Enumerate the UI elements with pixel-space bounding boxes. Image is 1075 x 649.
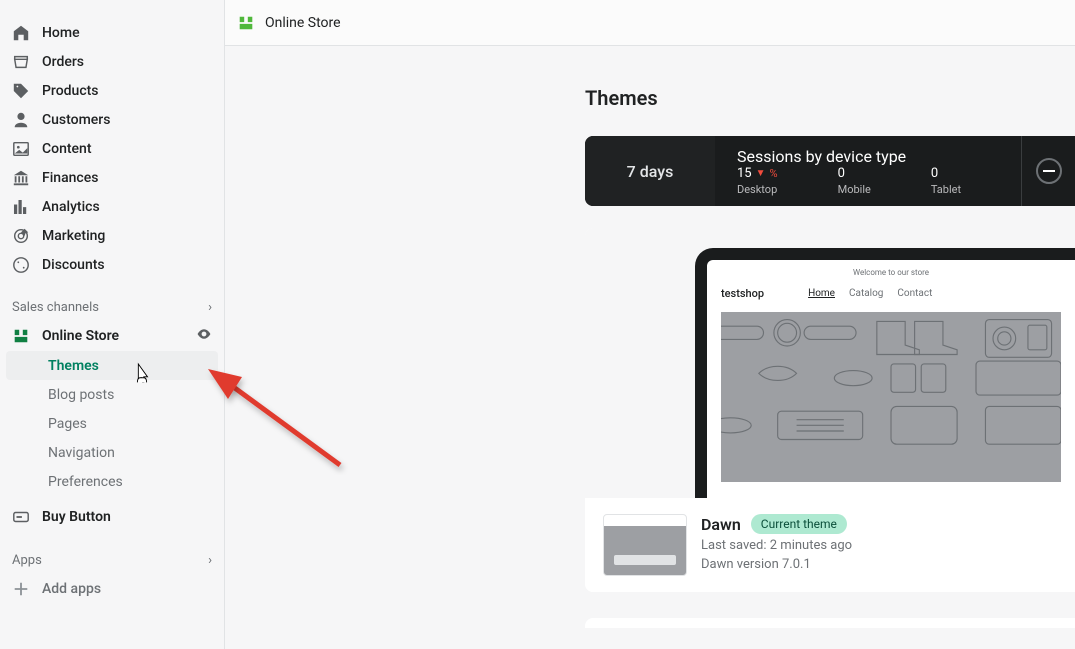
sidebar-sub-themes[interactable]: Themes bbox=[6, 351, 218, 380]
page-header: Online Store bbox=[225, 0, 1075, 46]
sub-pages-label: Pages bbox=[48, 416, 87, 432]
nav-orders-label: Orders bbox=[42, 54, 84, 70]
add-apps[interactable]: Add apps bbox=[0, 574, 224, 603]
theme-meta: Dawn Current theme Last saved: 2 minutes… bbox=[585, 498, 1075, 592]
nav-discounts-label: Discounts bbox=[42, 257, 105, 273]
nav-products[interactable]: Products bbox=[0, 76, 224, 105]
preview-nav-home: Home bbox=[808, 288, 835, 299]
nav-analytics[interactable]: Analytics bbox=[0, 192, 224, 221]
preview-nav-catalog: Catalog bbox=[849, 288, 883, 299]
stat-desktop: 15 ▼% Desktop bbox=[737, 166, 778, 196]
sub-themes-label: Themes bbox=[48, 358, 99, 374]
tablet-value: 0 bbox=[931, 166, 938, 181]
nav-finances-label: Finances bbox=[42, 170, 98, 186]
online-store-icon bbox=[237, 14, 255, 32]
sidebar-sub-blog-posts[interactable]: Blog posts bbox=[6, 380, 218, 409]
nav-content[interactable]: Content bbox=[0, 134, 224, 163]
sub-blog-posts-label: Blog posts bbox=[48, 387, 114, 403]
content-icon bbox=[12, 140, 30, 158]
preview-nav: testshop Home Catalog Contact bbox=[721, 283, 1061, 308]
sales-channels-header: Sales channels › bbox=[0, 293, 224, 321]
content-area: Themes 7 days Sessions by device type 15… bbox=[225, 46, 1075, 628]
theme-name: Dawn bbox=[701, 515, 741, 534]
nav-orders[interactable]: Orders bbox=[0, 47, 224, 76]
chevron-right-icon[interactable]: › bbox=[208, 300, 212, 315]
device-screen: Welcome to our store testshop Home Catal… bbox=[707, 260, 1075, 498]
preview-banner: Welcome to our store bbox=[721, 268, 1061, 283]
sidebar-item-online-store[interactable]: Online Store bbox=[0, 321, 224, 351]
trend-down-icon: ▼ bbox=[756, 168, 766, 179]
sidebar: Home Orders Products Customers Content F… bbox=[0, 0, 225, 649]
nav-marketing-label: Marketing bbox=[42, 228, 105, 244]
sessions-header: Sessions by device type bbox=[737, 147, 999, 166]
stats-range[interactable]: 7 days bbox=[585, 136, 715, 206]
theme-card: Welcome to our store testshop Home Catal… bbox=[585, 228, 1075, 592]
apps-header: Apps › bbox=[0, 546, 224, 574]
nav-finances[interactable]: Finances bbox=[0, 163, 224, 192]
page-title: Themes bbox=[585, 86, 1075, 110]
customers-icon bbox=[12, 111, 30, 129]
tablet-label: Tablet bbox=[931, 183, 961, 196]
sub-navigation-label: Navigation bbox=[48, 445, 115, 461]
stats-toggle[interactable] bbox=[1021, 136, 1075, 206]
nav-customers[interactable]: Customers bbox=[0, 105, 224, 134]
sidebar-sub-navigation[interactable]: Navigation bbox=[6, 438, 218, 467]
device-frame: Welcome to our store testshop Home Catal… bbox=[695, 248, 1075, 498]
next-card-peek bbox=[585, 618, 1075, 628]
stats-bar: 7 days Sessions by device type 15 ▼% Desk… bbox=[585, 136, 1075, 206]
nav-analytics-label: Analytics bbox=[42, 199, 100, 215]
buy-button-icon bbox=[12, 508, 30, 526]
add-apps-label: Add apps bbox=[42, 581, 101, 597]
online-store-icon bbox=[12, 327, 30, 345]
marketing-icon bbox=[12, 227, 30, 245]
preview-nav-contact: Contact bbox=[897, 288, 932, 299]
finances-icon bbox=[12, 169, 30, 187]
mobile-label: Mobile bbox=[838, 183, 871, 196]
eye-icon[interactable] bbox=[196, 326, 212, 346]
chevron-right-icon[interactable]: › bbox=[208, 553, 212, 568]
mobile-value: 0 bbox=[838, 166, 845, 181]
sub-preferences-label: Preferences bbox=[48, 474, 123, 490]
desktop-percent: % bbox=[770, 167, 778, 180]
nav-marketing[interactable]: Marketing bbox=[0, 221, 224, 250]
current-theme-badge: Current theme bbox=[751, 514, 847, 534]
orders-icon bbox=[12, 53, 30, 71]
preview-shop-name: testshop bbox=[721, 287, 764, 300]
desktop-value: 15 bbox=[737, 166, 752, 181]
discounts-icon bbox=[12, 256, 30, 274]
stat-mobile: 0 Mobile bbox=[838, 166, 871, 196]
nav-home[interactable]: Home bbox=[0, 18, 224, 47]
page-header-title: Online Store bbox=[265, 15, 341, 31]
buy-button-label: Buy Button bbox=[42, 509, 111, 525]
apps-label: Apps bbox=[12, 553, 42, 568]
nav-discounts[interactable]: Discounts bbox=[0, 250, 224, 279]
analytics-icon bbox=[12, 198, 30, 216]
products-icon bbox=[12, 82, 30, 100]
main-content: Online Store Themes 7 days Sessions by d… bbox=[225, 0, 1075, 649]
stats-range-label: 7 days bbox=[627, 162, 674, 181]
home-icon bbox=[12, 24, 30, 42]
theme-thumbnail bbox=[603, 514, 687, 576]
nav-products-label: Products bbox=[42, 83, 99, 99]
theme-last-saved: Last saved: 2 minutes ago bbox=[701, 538, 852, 553]
plus-icon bbox=[12, 580, 30, 598]
theme-preview: Welcome to our store testshop Home Catal… bbox=[585, 228, 1075, 498]
desktop-label: Desktop bbox=[737, 183, 778, 196]
nav-content-label: Content bbox=[42, 141, 92, 157]
nav-customers-label: Customers bbox=[42, 112, 110, 128]
sidebar-sub-pages[interactable]: Pages bbox=[6, 409, 218, 438]
online-store-label: Online Store bbox=[42, 328, 119, 344]
nav-home-label: Home bbox=[42, 25, 80, 41]
theme-version: Dawn version 7.0.1 bbox=[701, 557, 852, 572]
sales-channels-label: Sales channels bbox=[12, 300, 99, 315]
sidebar-item-buy-button[interactable]: Buy Button bbox=[0, 502, 224, 532]
sidebar-sub-preferences[interactable]: Preferences bbox=[6, 467, 218, 496]
preview-hero-image bbox=[721, 312, 1061, 482]
stat-tablet: 0 Tablet bbox=[931, 166, 961, 196]
